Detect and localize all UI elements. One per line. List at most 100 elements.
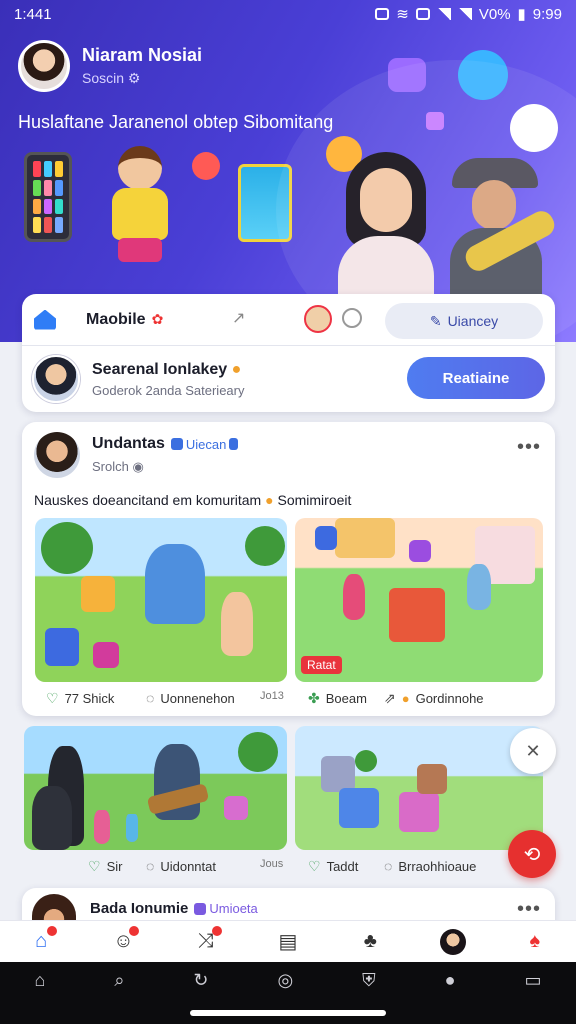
- nav-profile-icon[interactable]: ☺: [109, 925, 140, 956]
- post-meta: Jo13: [260, 690, 284, 702]
- clock-icon[interactable]: [342, 308, 362, 328]
- book-illustration: [238, 164, 292, 242]
- globe-icon: ◉: [132, 459, 144, 474]
- suggestion-card: Maobile ✿ ↗ ✎ Uiancey Searenal Ionlakey …: [22, 294, 555, 412]
- home-icon[interactable]: ⌂: [34, 970, 45, 991]
- comment-action[interactable]: ◌ Uidonntat: [146, 858, 216, 874]
- music-note-icon: [388, 58, 426, 92]
- shield-icon[interactable]: ⛨: [362, 970, 376, 991]
- post-sub: Srolch ◉: [92, 459, 144, 474]
- like-action-2[interactable]: ♡ Taddt: [308, 858, 358, 875]
- nav-avatar[interactable]: [439, 928, 467, 956]
- app-root: Niaram Nosiai Soscin ⚙ Huslaftane Jarane…: [0, 0, 576, 1024]
- image-tag: Ratat: [301, 656, 342, 674]
- post-image-4[interactable]: [295, 726, 543, 850]
- close-icon[interactable]: ✕: [510, 728, 556, 774]
- wifi-icon: ≋: [396, 6, 409, 23]
- verified-badge: Umioeta: [194, 901, 258, 916]
- kid-illustration: [92, 146, 188, 264]
- reaction-action[interactable]: ◌ Brraohhioaue: [384, 858, 476, 874]
- bottom-nav: ⌂ ☺ ⤨ ▤ ♣ ♠: [0, 920, 576, 962]
- heart-icon: ♡: [308, 858, 321, 874]
- post-image-3[interactable]: [24, 726, 287, 850]
- suggested-user-row[interactable]: Searenal Ionlakey ● Goderok 2anda Sateri…: [22, 346, 555, 412]
- signal-icon-2: [457, 8, 472, 20]
- comment-action[interactable]: ◌ Uonnenehon: [146, 690, 235, 706]
- compose-button[interactable]: ⟲: [508, 830, 556, 878]
- suggested-user-sub: Goderok 2anda Saterieary: [92, 382, 245, 398]
- more-options-icon[interactable]: •••: [517, 436, 541, 459]
- share-action[interactable]: ✤ Boeam: [308, 690, 367, 707]
- avatar[interactable]: [34, 432, 80, 478]
- man-illustration: [446, 158, 546, 296]
- avatar[interactable]: [304, 305, 332, 333]
- filter-button[interactable]: ✎ Uiancey: [385, 303, 543, 339]
- like-action[interactable]: ♡ 77 Shick: [46, 690, 114, 707]
- post-meta: Jous: [260, 858, 284, 870]
- trend-icon[interactable]: ↗: [232, 308, 245, 328]
- user-status: Soscin ⚙: [82, 70, 141, 86]
- share-icon: ⇗: [384, 690, 396, 706]
- verified-badge: Uiecan: [170, 437, 239, 452]
- post-author[interactable]: Bada Ionumie Umioeta: [90, 900, 258, 917]
- heart-icon: ♡: [46, 690, 59, 706]
- post-image-2[interactable]: Ratat: [295, 518, 543, 682]
- settings-icon: ⚙: [127, 70, 141, 86]
- nfc-icon: [415, 8, 430, 20]
- flower-icon: ✿: [151, 311, 164, 327]
- chat-music-icon: [458, 50, 508, 100]
- alarm-icon: [375, 8, 390, 20]
- nav-document-icon[interactable]: ▤: [274, 928, 302, 956]
- avatar[interactable]: [18, 40, 70, 92]
- follow-button[interactable]: Reatiaine: [407, 357, 545, 399]
- comment-icon: ◌: [146, 858, 155, 874]
- like-action[interactable]: ♡ Sir: [88, 858, 122, 875]
- heart-icon: ♡: [88, 858, 101, 874]
- hero-tagline: Huslaftane Jaranenol obtep Sibomitang: [18, 112, 334, 132]
- emoji-icon: ●: [265, 492, 274, 508]
- post-card: Undantas Uiecan Srolch ◉ ••• Nauskes doe…: [22, 422, 555, 716]
- hero-banner: Niaram Nosiai Soscin ⚙ Huslaftane Jarane…: [0, 0, 576, 342]
- flower-chat-icon: [510, 104, 558, 152]
- music-bubble-icon: [192, 152, 220, 180]
- user-icon[interactable]: ●: [445, 970, 456, 991]
- comment-icon: ◌: [146, 690, 155, 706]
- avatar[interactable]: [32, 355, 80, 403]
- sync-icon[interactable]: ↻: [193, 970, 208, 991]
- status-bar: 1:441 ≋ V0% ▮ 9:99: [0, 0, 576, 28]
- post-text: Nauskes doeancitand em komuritam ● Somim…: [34, 492, 352, 508]
- emoji-icon: ●: [401, 691, 410, 706]
- nav-notification-icon[interactable]: ♠: [521, 928, 549, 956]
- status-clock: 9:99: [532, 5, 562, 23]
- filter-label: Uiancey: [447, 313, 499, 329]
- home-icon[interactable]: [34, 309, 56, 330]
- comment-icon: ◌: [384, 858, 393, 874]
- nav-tree-icon[interactable]: ♣: [356, 928, 384, 956]
- reaction-action[interactable]: ⇗ ● Gordinnohe: [384, 690, 484, 707]
- keyboard-icon[interactable]: ▭: [524, 970, 541, 991]
- emoji-icon: ●: [231, 360, 242, 378]
- guitar-illustration: [461, 206, 559, 276]
- card-header-row: Maobile ✿ ↗ ✎ Uiancey: [22, 294, 555, 346]
- mini-title: Maobile: [86, 310, 146, 328]
- suggested-user-name: Searenal Ionlakey ●: [92, 360, 242, 378]
- post-image-1[interactable]: [35, 518, 287, 682]
- post-author[interactable]: Undantas Uiecan: [92, 435, 239, 453]
- phone-illustration: [24, 152, 72, 242]
- emoji-icon: [326, 136, 362, 172]
- post-card-2: ♡ Sir ◌ Uidonntat Jous ♡ Taddt ◌ Brraohhioau…: [22, 726, 555, 884]
- user-profile[interactable]: Niaram Nosiai Soscin ⚙: [18, 40, 202, 92]
- compass-icon[interactable]: ◎: [277, 970, 293, 991]
- search-icon[interactable]: ⌕: [114, 970, 124, 991]
- signal-icon: [436, 8, 451, 20]
- status-time: 1:441: [14, 5, 52, 23]
- user-name: Niaram Nosiai: [82, 45, 203, 65]
- battery-icon: ▮: [517, 6, 526, 23]
- clover-icon: ✤: [308, 690, 320, 706]
- home-gesture-bar[interactable]: [190, 1010, 386, 1016]
- nav-share-icon[interactable]: ⤨: [192, 925, 222, 956]
- nav-home-icon[interactable]: ⌂: [27, 925, 58, 956]
- sparkle-icon: [426, 112, 444, 130]
- more-options-icon[interactable]: •••: [517, 898, 541, 921]
- battery-level: V0%: [478, 5, 511, 23]
